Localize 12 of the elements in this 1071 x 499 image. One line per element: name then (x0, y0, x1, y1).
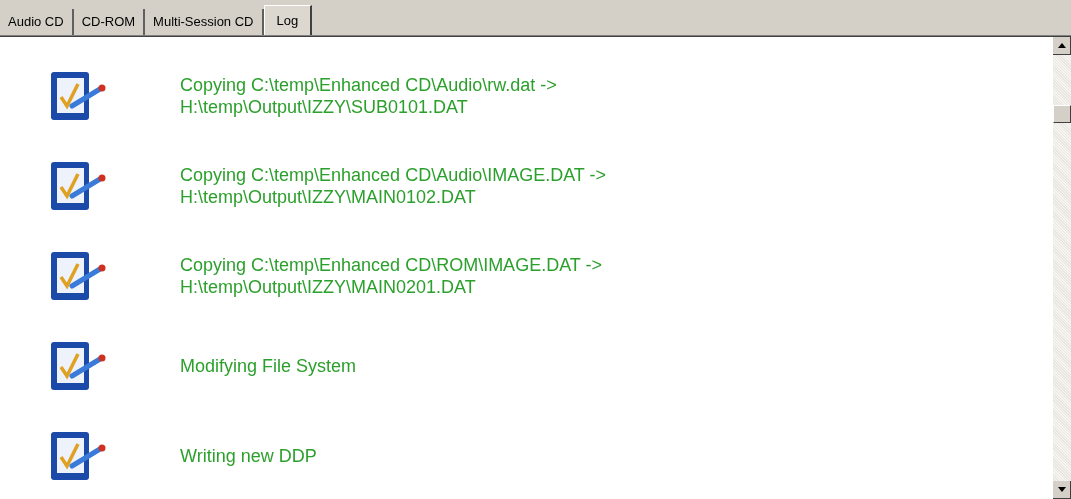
scroll-down-button[interactable] (1053, 481, 1071, 499)
log-message: Copying C:\temp\Enhanced CD\ROM\IMAGE.DAT -> H:\temp\Output\IZZY\MAIN0201.DAT (180, 254, 602, 298)
scrollbar[interactable] (1053, 37, 1071, 499)
log-message: Copying C:\temp\Enhanced CD\Audio\IMAGE.DAT -> H:\temp\Output\IZZY\MAIN0102.DAT (180, 164, 607, 208)
down-arrow-icon (1057, 487, 1066, 492)
tab[interactable]: Log (263, 5, 313, 35)
log-message: Writing new DDP (180, 445, 317, 467)
up-arrow-icon (1057, 43, 1066, 48)
scroll-up-button[interactable] (1053, 37, 1071, 55)
log-message: Copying C:\temp\Enhanced CD\Audio\rw.dat -> H:\temp\Output\IZZY\SUB0101.DAT (180, 74, 557, 118)
scroll-thumb[interactable] (1053, 105, 1071, 123)
log-message: Modifying File System (180, 355, 357, 377)
